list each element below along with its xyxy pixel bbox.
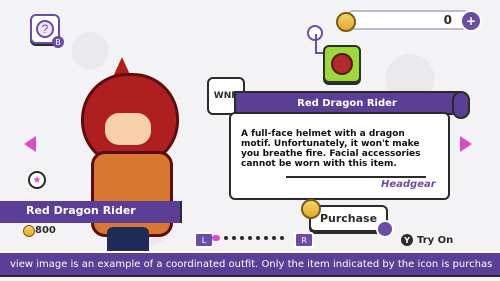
favorite-star-icon[interactable]: ★ [28,171,46,189]
item-icon [323,45,361,83]
try-on-button-label: Y [404,235,410,245]
plus-icon: + [465,14,477,28]
item-title: Red Dragon Rider [297,97,397,109]
page-dot [280,236,284,240]
page-dots [212,233,292,243]
description-divider [286,176,426,178]
page-dot [232,236,236,240]
avatar-torso [91,151,173,237]
purchase-button-bubble [376,220,394,238]
coin-icon [336,12,356,32]
avatar-face [105,113,151,145]
l-button[interactable]: L [194,232,214,248]
selected-item-name: Red Dragon Rider [26,204,136,217]
help-button[interactable]: ? B [30,14,64,48]
footer-text: view image is an example of a coordinate… [10,258,493,270]
footer-banner: view image is an example of a coordinate… [0,251,500,277]
purchase-label: Purchase [319,212,378,225]
page-dot [248,236,252,240]
coin-count: 0 [443,13,452,27]
page-dot [264,236,268,240]
add-coins-button[interactable]: + [460,10,482,32]
coin-icon [301,199,321,219]
try-on-label: Try On [417,234,454,246]
avatar [67,55,187,267]
coin-counter: 0 + [336,10,482,32]
page-dot [256,236,260,240]
item-description: A full-face helmet with a dragon motif. … [241,129,421,169]
try-on-control[interactable]: Y Try On [401,234,453,246]
price-value: 800 [35,225,56,236]
page-dot [272,236,276,240]
svg-text:?: ? [42,22,49,36]
page-dot [224,236,228,240]
purchase-button[interactable]: Purchase [301,199,394,238]
helmet-icon [331,53,353,75]
l-label: L [201,235,207,245]
page-dot-active [212,235,220,241]
item-category: Headgear [381,179,436,190]
prev-item-arrow[interactable] [24,136,36,152]
r-button[interactable]: R [294,232,314,248]
coin-icon [23,225,35,237]
question-icon: ? [36,20,54,38]
item-price: 800 [23,225,56,237]
help-button-sub: B [52,36,64,48]
r-label: R [301,235,307,245]
y-button-icon: Y [401,234,413,246]
page-dot [240,236,244,240]
next-item-arrow[interactable] [460,136,472,152]
